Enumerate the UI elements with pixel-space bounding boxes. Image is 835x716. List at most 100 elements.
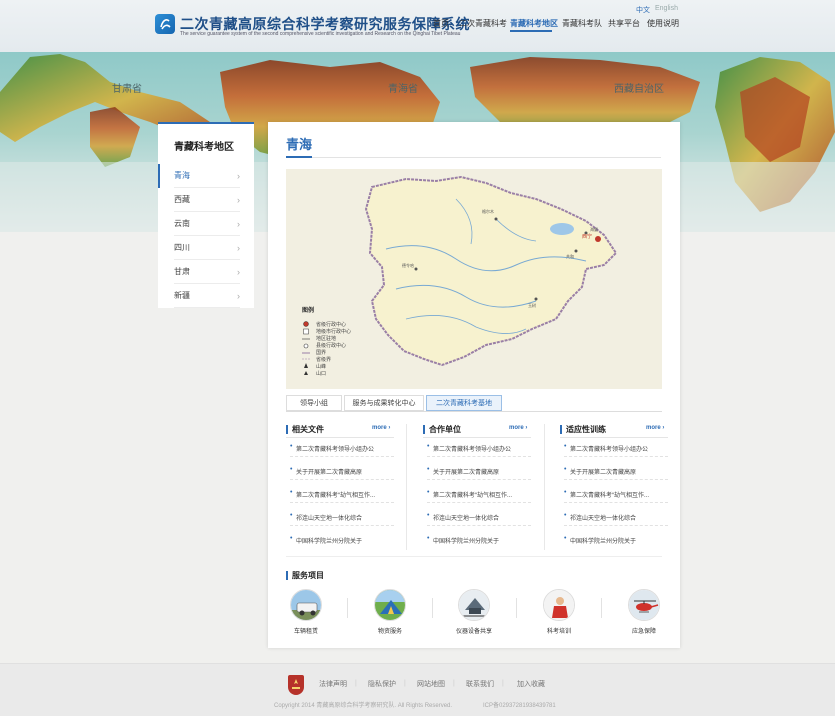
province-map-graphic <box>302 175 618 375</box>
chevron-right-icon: › <box>237 291 240 301</box>
nav-expedition-regions[interactable]: 青藏科考地区 <box>510 18 558 29</box>
footer-copyright: Copyright 2014 青藏高原综合科学考察研究队. All Rights… <box>274 703 453 709</box>
service-label: 物资服务 <box>377 629 402 635</box>
service-separator <box>601 598 602 618</box>
site-logo-icon[interactable] <box>155 14 175 34</box>
list-item[interactable]: 中国科学院兰州分院关于 <box>427 536 531 545</box>
footer-separator: | <box>502 680 504 687</box>
service-separator <box>432 598 433 618</box>
chevron-right-icon: › <box>237 171 240 181</box>
sidebar-item-sichuan[interactable]: 四川 › <box>174 236 240 260</box>
column-divider <box>560 437 668 438</box>
list-item[interactable]: 关于开展第二次青藏高原 <box>564 467 668 476</box>
list-divider <box>290 479 394 480</box>
banner-label-gansu: 甘肃省 <box>112 84 142 95</box>
map-place-label: 共和 <box>566 254 574 259</box>
more-link[interactable]: more › <box>509 425 527 431</box>
column-separator <box>406 424 407 550</box>
sidebar-item-tibet[interactable]: 西藏 › <box>174 188 240 212</box>
lang-en-link[interactable]: English <box>655 5 678 12</box>
column-divider <box>286 437 394 438</box>
sidebar-item-label: 云南 <box>174 219 190 228</box>
map-place-label: 海晏 <box>590 227 598 232</box>
nav-usage-guide[interactable]: 使用说明 <box>647 18 679 29</box>
chevron-right-icon: › <box>237 219 240 229</box>
map-legend-item: 地级市行政中心 <box>316 329 352 335</box>
sidebar-item-yunnan[interactable]: 云南 › <box>174 212 240 236</box>
list-item[interactable]: 第二次青藏科考领导小组办公 <box>564 444 668 453</box>
list-divider <box>564 525 668 526</box>
services-divider <box>286 556 662 557</box>
footer-link-bookmark[interactable]: 加入收藏 <box>517 679 545 689</box>
footer-link-privacy[interactable]: 隐私保护 <box>368 679 396 689</box>
chevron-right-icon: › <box>237 195 240 205</box>
list-item[interactable]: 中国科学院兰州分院关于 <box>564 536 668 545</box>
list-item[interactable]: 祁连山天空地一体化综合 <box>427 513 531 522</box>
sidebar-item-gansu[interactable]: 甘肃 › <box>174 260 240 284</box>
list-divider <box>427 502 531 503</box>
list-item[interactable]: 中国科学院兰州分院关于 <box>290 536 394 545</box>
footer-separator: | <box>453 680 455 687</box>
lang-zh-link[interactable]: 中文 <box>636 5 650 15</box>
sidebar-item-label: 西藏 <box>174 195 190 204</box>
map-legend-item: 山峰 <box>316 364 327 370</box>
chevron-right-icon: › <box>237 267 240 277</box>
tabs-baseline <box>286 411 662 412</box>
list-divider <box>290 502 394 503</box>
list-divider <box>290 525 394 526</box>
list-item[interactable]: 祁连山天空地一体化综合 <box>564 513 668 522</box>
list-item[interactable]: 第二次青藏科考领导小组办公 <box>290 444 394 453</box>
list-item[interactable]: 第二次青藏科考“劫气相互作... <box>427 490 531 499</box>
map-legend-item: 县级行政中心 <box>316 343 347 349</box>
column-title: 适应性训练 <box>560 424 606 435</box>
nav-share-platform[interactable]: 共享平台 <box>608 18 640 29</box>
page-title: 青海 <box>286 137 313 152</box>
map-place-label: 玉树 <box>528 303 536 308</box>
footer-link-legal[interactable]: 法律声明 <box>319 679 347 689</box>
map-legend-item: 地区驻地 <box>316 336 337 342</box>
nav-expedition-teams[interactable]: 青藏科考队 <box>562 18 602 29</box>
list-item[interactable]: 关于开展第二次青藏高原 <box>427 467 531 476</box>
list-item[interactable]: 第二次青藏科考“劫气相互作... <box>564 490 668 499</box>
chevron-right-icon: › <box>237 243 240 253</box>
tab-service-center[interactable]: 服务与成果转化中心 <box>344 395 424 411</box>
banner-label-tibet: 西藏自治区 <box>614 84 664 95</box>
qinghai-map[interactable]: 图例 省级行政中心 地级市行政中心 地区驻地 县级行政中心 国界 省级界 山峰 … <box>286 169 662 389</box>
map-legend-item: 国界 <box>316 350 327 356</box>
footer-link-sitemap[interactable]: 网站地图 <box>417 679 445 689</box>
sidebar-item-xinjiang[interactable]: 新疆 › <box>174 284 240 308</box>
list-item[interactable]: 祁连山天空地一体化综合 <box>290 513 394 522</box>
list-item[interactable]: 关于开展第二次青藏高原 <box>290 467 394 476</box>
more-link[interactable]: more › <box>372 425 390 431</box>
more-link[interactable]: more › <box>646 425 664 431</box>
map-legend-title: 图例 <box>302 308 315 314</box>
tab-expedition-base[interactable]: 二次青藏科考基地 <box>426 395 502 411</box>
sidebar-title: 青藏科考地区 <box>174 142 234 153</box>
service-separator <box>347 598 348 618</box>
service-label: 科考培训 <box>546 629 571 635</box>
column-title: 合作单位 <box>423 424 461 435</box>
list-divider <box>564 502 668 503</box>
vehicle-icon <box>290 589 322 621</box>
map-legend-item: 山口 <box>316 371 327 377</box>
list-item[interactable]: 第二次青藏科考领导小组办公 <box>427 444 531 453</box>
footer-link-contact[interactable]: 联系我们 <box>466 679 494 689</box>
title-divider <box>286 156 661 158</box>
sidebar-item-qinghai[interactable]: 青海 › <box>174 164 240 188</box>
nav-second-expedition[interactable]: 二次青藏科考 <box>459 18 507 29</box>
tab-leadership-group[interactable]: 领导小组 <box>286 395 342 411</box>
equipment-icon <box>458 589 490 621</box>
site-subtitle: The service guarantee system of the seco… <box>180 31 461 37</box>
list-item[interactable]: 第二次青藏科考“劫气相互作... <box>290 490 394 499</box>
service-label: 车辆租赁 <box>293 629 318 635</box>
sidebar-item-label: 甘肃 <box>174 267 190 276</box>
service-label: 应急保障 <box>631 629 656 635</box>
footer-icp[interactable]: ICP备02937281938439781 <box>483 700 556 709</box>
footer-separator: | <box>404 680 406 687</box>
map-legend-item: 省级界 <box>316 357 332 363</box>
nav-home[interactable]: 首页 <box>433 18 449 29</box>
list-divider <box>427 525 531 526</box>
training-icon <box>543 589 575 621</box>
main-panel: 青海 图例 省级行政中心 地级市行政中心 地区驻地 县级行政中心 国界 省级界 … <box>268 122 680 648</box>
more-label: more <box>372 425 387 431</box>
